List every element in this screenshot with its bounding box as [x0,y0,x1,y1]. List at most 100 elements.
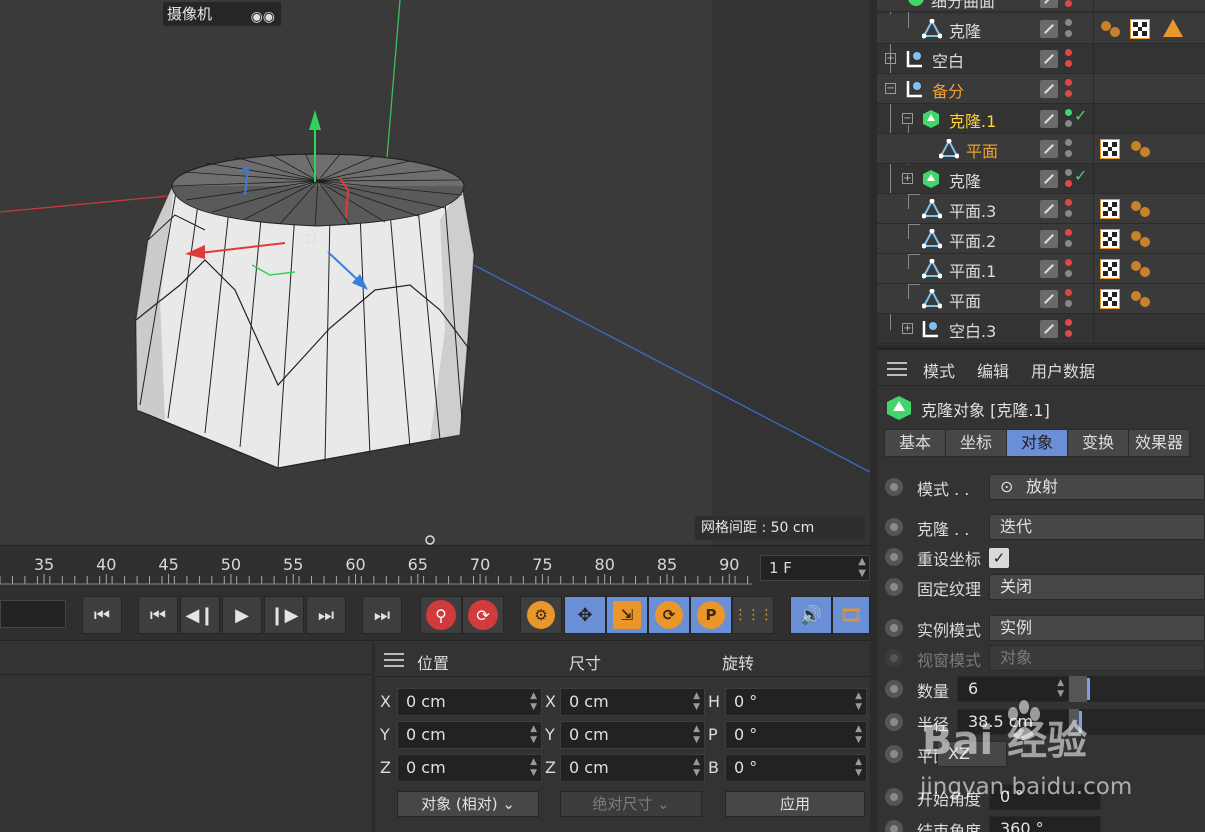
size-x-field[interactable]: 0 cm ▲ ▼ [560,688,705,716]
coordinate-mode-select[interactable]: 对象 (相对) ⌄ [397,791,539,817]
object-row-subdivision[interactable]: 细分曲面 [877,0,1205,14]
editable-toggle-icon[interactable] [1040,80,1058,98]
size-mode-select[interactable]: 绝对尺寸 ⌄ [560,791,702,817]
go-to-start-button[interactable]: ⏮ [82,596,122,634]
editable-toggle-icon[interactable] [1040,170,1058,188]
enabled-check-icon[interactable]: ✓ [1074,166,1087,185]
radius-slider[interactable] [1069,709,1205,735]
animate-radio[interactable] [885,478,903,496]
position-y-field[interactable]: 0 cm ▲ ▼ [397,721,542,749]
editable-toggle-icon[interactable] [1040,140,1058,158]
expand-icon[interactable]: + [902,323,913,334]
hamburger-menu-icon[interactable] [384,653,404,667]
tab-effectors[interactable]: 效果器 [1128,429,1190,457]
plane-select[interactable]: XZ [937,741,1007,767]
object-row-null-3[interactable]: + 空白.3 [877,314,1205,344]
go-to-end-button[interactable]: ⏭ [362,596,402,634]
object-row-clone[interactable]: 克隆 [877,12,1205,44]
count-field[interactable]: 6 ▲ ▼ [957,676,1069,702]
visibility-dots[interactable] [1065,0,1073,9]
start-angle-field[interactable]: 0 ° [989,784,1101,810]
visibility-dots[interactable] [1065,109,1073,129]
editable-toggle-icon[interactable] [1040,260,1058,278]
viewport-scene[interactable] [0,0,870,545]
object-row-plane[interactable]: 平面 [877,284,1205,314]
spinner-icon[interactable]: ▲ ▼ [693,724,700,746]
visibility-dots[interactable] [1065,199,1073,219]
texture-tag-icon[interactable] [1099,288,1121,310]
editable-toggle-icon[interactable] [1040,20,1058,38]
count-slider[interactable] [1069,676,1205,702]
object-row-null[interactable]: + 空白 [877,44,1205,74]
animate-radio[interactable] [885,820,903,832]
visibility-dots[interactable] [1065,259,1073,279]
texture-tag-icon[interactable] [1129,18,1151,40]
menu-user-data[interactable]: 用户数据 [1031,358,1095,382]
tab-basic[interactable]: 基本 [884,429,946,457]
editable-toggle-icon[interactable] [1040,200,1058,218]
frame-spinner-icon[interactable]: ▲ ▼ [858,556,866,580]
editable-toggle-icon[interactable] [1040,230,1058,248]
editable-toggle-icon[interactable] [1040,290,1058,308]
record-key-button[interactable]: ⚲ [420,596,462,634]
object-row-clone-2[interactable]: + 克隆 ✓ [877,164,1205,194]
material-sphere-tag-icon[interactable] [1130,229,1150,249]
min-frame-field[interactable] [0,600,66,628]
camera-label[interactable]: 摄像机 ◉◉ [163,2,281,26]
visibility-dots[interactable] [1065,79,1073,99]
key-pla-button[interactable]: ⋮⋮⋮ [732,596,774,634]
expand-icon[interactable]: + [902,173,913,184]
collapse-icon[interactable]: − [902,113,913,124]
timeline-ruler[interactable]: 35 40 45 50 55 60 65 70 75 80 85 90 [0,546,752,591]
animate-radio[interactable] [885,713,903,731]
visibility-dots[interactable] [1065,169,1073,189]
texture-tag-icon[interactable] [1099,138,1121,160]
material-sphere-tag-icon[interactable] [1130,139,1150,159]
menu-edit[interactable]: 编辑 [977,358,1009,382]
expand-icon[interactable]: + [885,53,896,64]
object-row-plane-2[interactable]: 平面.2 [877,224,1205,254]
spinner-icon[interactable]: ▲ ▼ [855,757,862,779]
play-button[interactable]: ▶ [222,596,262,634]
position-z-field[interactable]: 0 cm ▲ ▼ [397,754,542,782]
apply-button[interactable]: 应用 [725,791,865,817]
animate-radio[interactable] [885,578,903,596]
editable-toggle-icon[interactable] [1040,50,1058,68]
editable-toggle-icon[interactable] [1040,0,1058,8]
menu-mode[interactable]: 模式 [923,358,955,382]
texture-tag-icon[interactable] [1099,198,1121,220]
spinner-icon[interactable]: ▲ ▼ [530,757,537,779]
camera-icon[interactable]: ◉◉ [251,5,275,29]
visibility-dots[interactable] [1065,229,1073,249]
texture-tag-icon[interactable] [1099,258,1121,280]
timeline[interactable]: 35 40 45 50 55 60 65 70 75 80 85 90 1 F ▲ ▼ [0,545,870,590]
radius-field[interactable]: 38.5 cm [957,709,1069,735]
key-scale-button[interactable]: ⇲ [606,596,648,634]
texture-tag-icon[interactable] [1099,228,1121,250]
rotation-h-field[interactable]: 0 ° ▲ ▼ [725,688,867,716]
animate-radio[interactable] [885,548,903,566]
spinner-icon[interactable]: ▲ ▼ [530,724,537,746]
key-rotation-button[interactable]: ⟳ [648,596,690,634]
phong-tag-icon[interactable] [1162,18,1183,38]
animate-radio[interactable] [885,788,903,806]
object-row-plane-child[interactable]: 平面 [877,134,1205,164]
prev-frame-button[interactable]: ◀❙ [180,596,220,634]
editable-toggle-icon[interactable] [1040,110,1058,128]
autokey-button[interactable]: ⟳ [462,596,504,634]
material-sphere-tag-icon[interactable] [1100,19,1120,39]
visibility-dots[interactable] [1065,19,1073,39]
spinner-icon[interactable]: ▲ ▼ [1057,678,1064,700]
key-parameter-button[interactable]: P [690,596,732,634]
spinner-icon[interactable]: ▲ ▼ [855,691,862,713]
collapse-icon[interactable]: − [885,83,896,94]
material-sphere-tag-icon[interactable] [1130,199,1150,219]
sound-button[interactable]: 🔊 [790,596,832,634]
instance-mode-select[interactable]: 实例 [989,615,1205,641]
slider-knob[interactable] [1087,678,1090,700]
animate-radio[interactable] [885,619,903,637]
spinner-icon[interactable]: ▲ ▼ [693,691,700,713]
spinner-icon[interactable]: ▲ ▼ [530,691,537,713]
tab-coord[interactable]: 坐标 [945,429,1007,457]
rotation-b-field[interactable]: 0 ° ▲ ▼ [725,754,867,782]
